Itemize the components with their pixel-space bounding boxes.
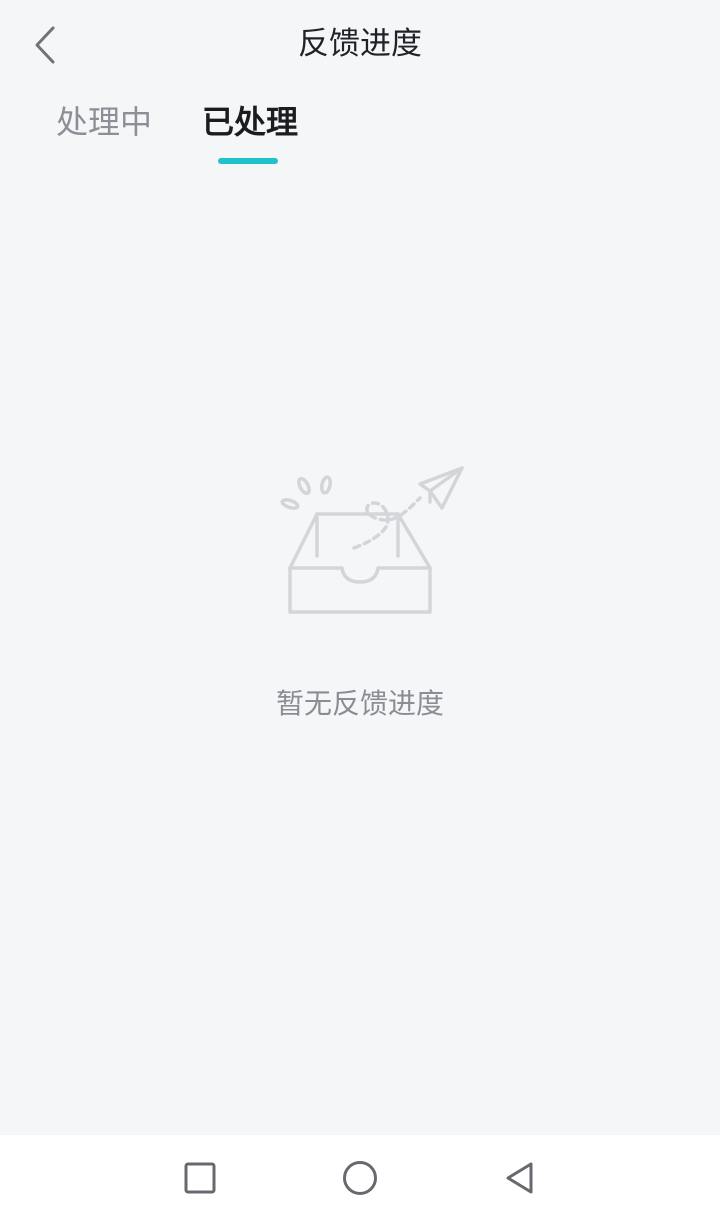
recent-apps-button[interactable] [175, 1155, 225, 1201]
empty-inbox-paper-plane-icon [270, 460, 470, 620]
tab-bar: 处理中 已处理 [0, 96, 720, 176]
empty-state-message: 暂无反馈进度 [275, 687, 444, 720]
triangle-back-icon [506, 1162, 533, 1194]
active-tab-indicator [218, 158, 278, 164]
page-title: 反馈进度 [298, 26, 422, 62]
square-icon [184, 1162, 216, 1194]
tab-processing[interactable]: 处理中 [56, 100, 152, 144]
tab-processed[interactable]: 已处理 [202, 100, 298, 144]
system-back-button[interactable] [495, 1155, 545, 1201]
home-button[interactable] [335, 1155, 385, 1201]
system-navigation-bar [0, 1135, 720, 1221]
header: 反馈进度 [0, 0, 720, 90]
circle-icon [343, 1161, 377, 1195]
